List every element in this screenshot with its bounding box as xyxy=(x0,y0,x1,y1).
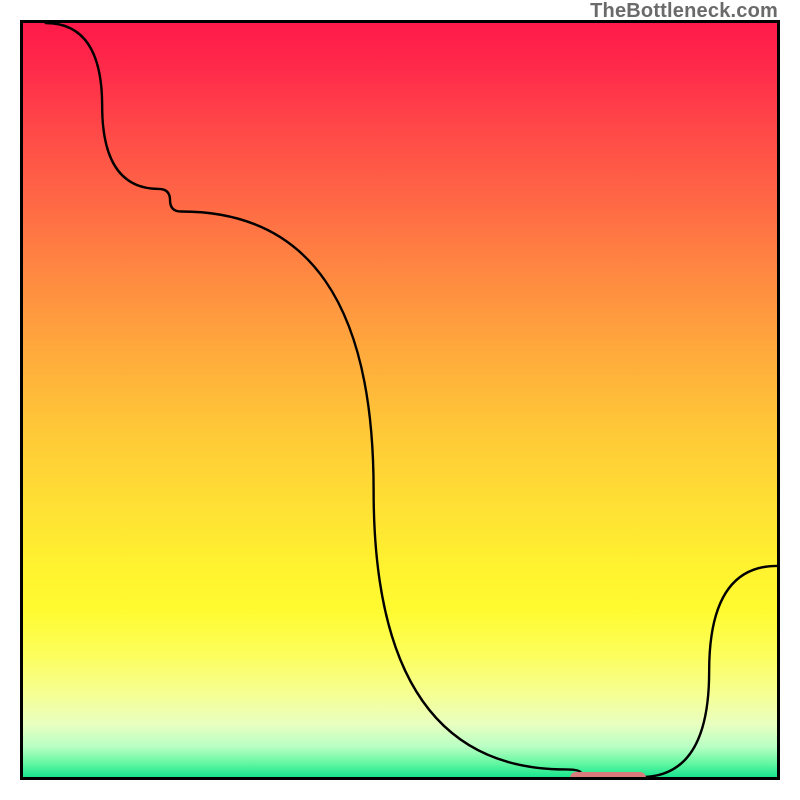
bottleneck-curve-path xyxy=(46,23,777,777)
plot-area xyxy=(20,20,780,780)
optimal-range-marker xyxy=(570,772,646,780)
watermark-text: TheBottleneck.com xyxy=(590,0,778,23)
bottleneck-chart: TheBottleneck.com xyxy=(0,0,800,800)
line-layer xyxy=(23,23,777,777)
